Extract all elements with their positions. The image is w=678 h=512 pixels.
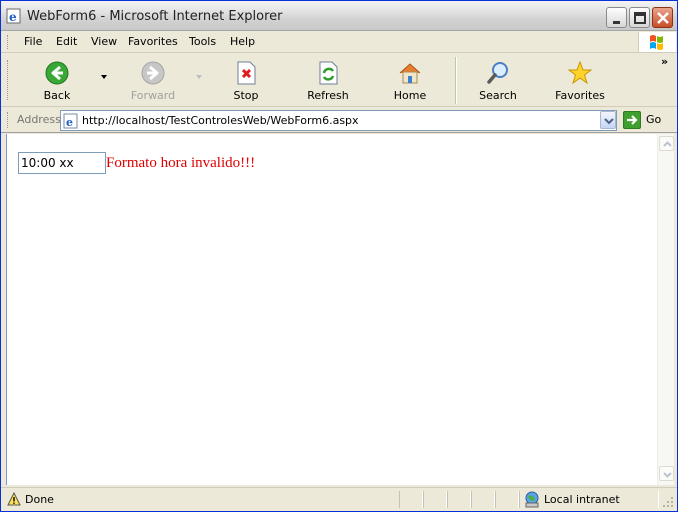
menu-edit[interactable]: Edit — [56, 35, 77, 48]
status-pane — [447, 491, 471, 508]
svg-text:e: e — [66, 116, 73, 129]
toolbar-separator — [455, 57, 457, 104]
back-arrow-icon — [45, 61, 69, 85]
refresh-button[interactable]: Refresh — [295, 58, 361, 104]
menu-grip[interactable] — [7, 35, 10, 49]
forward-button[interactable]: Forward — [120, 58, 186, 104]
ie-logo-icon: e — [6, 8, 21, 24]
minimize-icon — [613, 21, 620, 24]
close-button[interactable] — [652, 7, 673, 28]
favorites-label: Favorites — [555, 89, 605, 102]
vertical-scrollbar[interactable] — [657, 134, 674, 485]
toolbar-overflow-chevron[interactable]: » — [661, 55, 668, 68]
menu-bar: File Edit View Favorites Tools Help — [1, 31, 677, 53]
chevron-down-icon — [604, 118, 614, 125]
status-text: Done — [25, 493, 54, 506]
home-icon — [399, 63, 421, 84]
forward-arrow-icon — [141, 61, 165, 85]
go-button[interactable]: Go — [622, 110, 666, 130]
page-content: Formato hora invalido!!! — [6, 134, 657, 485]
status-pane — [495, 491, 519, 508]
title-bar: e WebForm6 - Microsoft Internet Explorer — [1, 1, 677, 31]
address-url[interactable]: http://localhost/TestControlesWeb/WebFor… — [82, 114, 359, 127]
menu-file[interactable]: File — [24, 35, 42, 48]
menu-help[interactable]: Help — [230, 35, 255, 48]
forward-label: Forward — [130, 89, 176, 102]
windows-logo — [638, 32, 676, 52]
close-icon — [657, 12, 669, 24]
address-bar: Address e http://localhost/TestControles… — [1, 108, 677, 133]
address-grip[interactable] — [7, 112, 10, 128]
standard-toolbar: Back Forward Stop Refresh Home Search Fa… — [1, 54, 677, 107]
search-label: Search — [479, 89, 517, 102]
browser-window: e WebForm6 - Microsoft Internet Explorer… — [0, 0, 678, 512]
address-field[interactable]: e http://localhost/TestControlesWeb/WebF… — [60, 110, 617, 131]
back-dropdown-arrow-icon[interactable] — [101, 74, 108, 80]
back-label: Back — [43, 89, 71, 102]
local-intranet-icon — [525, 491, 539, 508]
scroll-down-button[interactable] — [659, 466, 674, 481]
favorites-star-icon — [568, 61, 592, 85]
minimize-button[interactable] — [606, 7, 627, 28]
menu-view[interactable]: View — [91, 35, 117, 48]
search-button[interactable]: Search — [465, 58, 531, 104]
security-zone-label: Local intranet — [544, 493, 620, 506]
search-icon — [487, 62, 508, 84]
home-button[interactable]: Home — [377, 58, 443, 104]
window-title: WebForm6 - Microsoft Internet Explorer — [27, 9, 283, 24]
back-button[interactable]: Back — [24, 58, 90, 104]
status-bar: Done Local intranet — [1, 487, 677, 511]
warning-icon — [7, 492, 21, 506]
home-label: Home — [393, 89, 427, 102]
time-input[interactable] — [18, 152, 106, 174]
address-dropdown-button[interactable] — [600, 111, 616, 129]
menu-tools[interactable]: Tools — [189, 35, 216, 48]
toolbar-grip[interactable] — [7, 60, 10, 100]
forward-dropdown-arrow-icon[interactable] — [196, 74, 203, 80]
stop-page-icon — [237, 61, 256, 85]
scroll-down-icon — [663, 472, 672, 478]
maximize-icon — [634, 12, 646, 24]
status-pane — [423, 491, 447, 508]
address-label: Address — [17, 113, 61, 126]
validation-error-message: Formato hora invalido!!! — [106, 155, 256, 171]
stop-label: Stop — [233, 89, 259, 102]
maximize-button[interactable] — [629, 7, 650, 28]
favorites-button[interactable]: Favorites — [547, 58, 613, 104]
go-label: Go — [646, 113, 662, 126]
scroll-up-icon — [663, 141, 672, 147]
windows-flag-icon — [650, 35, 663, 50]
status-pane — [471, 491, 495, 508]
ie-page-icon: e — [63, 113, 78, 129]
svg-text:e: e — [9, 10, 17, 24]
stop-button[interactable]: Stop — [213, 58, 279, 104]
go-arrow-icon — [623, 111, 641, 129]
refresh-page-icon — [319, 61, 338, 85]
status-pane — [399, 491, 423, 508]
scroll-up-button[interactable] — [659, 136, 674, 151]
resize-grip-icon[interactable] — [661, 495, 674, 508]
menu-favorites[interactable]: Favorites — [128, 35, 178, 48]
refresh-label: Refresh — [307, 89, 349, 102]
